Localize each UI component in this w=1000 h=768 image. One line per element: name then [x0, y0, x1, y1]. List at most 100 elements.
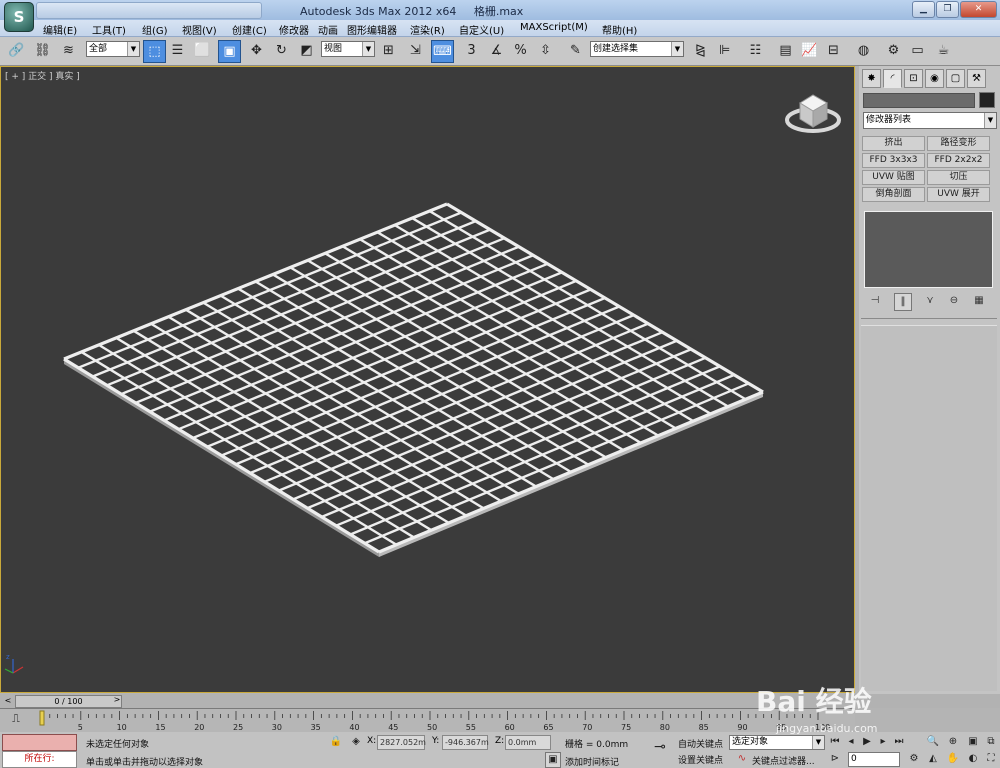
track-bar[interactable]: ⎍ 5 10 15 20 25 30 35 40 45 50 55 60 65 70 75 80 85 90 95 1…: [0, 708, 855, 733]
show-end-result-icon[interactable]: ‖: [894, 293, 912, 311]
menu-rendering[interactable]: 渲染(R): [410, 22, 445, 37]
select-manipulate-icon[interactable]: ⇲: [405, 40, 426, 61]
time-tag-icon[interactable]: ▣: [545, 752, 561, 768]
pin-stack-icon[interactable]: ⊣: [867, 293, 883, 309]
x-coordinate-field[interactable]: 2827.052m: [377, 735, 426, 750]
render-setup-icon[interactable]: ⚙: [883, 40, 904, 61]
menu-edit[interactable]: 编辑(E): [43, 22, 77, 37]
time-next-icon[interactable]: >: [112, 695, 122, 705]
field-of-view-icon[interactable]: ◭: [926, 752, 940, 766]
set-key-icon[interactable]: ⊸: [648, 740, 672, 754]
mini-curve-editor-icon[interactable]: ⎍: [6, 711, 26, 727]
remove-modifier-icon[interactable]: ⊖: [946, 293, 962, 309]
maximize-viewport-icon[interactable]: ⛶: [984, 752, 998, 766]
quick-access-toolbar[interactable]: [36, 2, 262, 19]
select-by-name-icon[interactable]: ☰: [167, 40, 188, 61]
utilities-tab[interactable]: ⚒: [967, 69, 986, 88]
app-logo-button[interactable]: S: [4, 2, 34, 32]
layer-manager-icon[interactable]: ☷: [745, 40, 766, 61]
create-tab[interactable]: ✸: [862, 69, 881, 88]
select-object-icon[interactable]: ⬚: [143, 40, 166, 63]
key-filter-icon[interactable]: ∿: [735, 752, 749, 766]
time-prev-icon[interactable]: <: [3, 696, 13, 706]
mirror-icon[interactable]: ⧎: [690, 40, 711, 61]
curve-editor-icon[interactable]: 📈: [799, 40, 820, 61]
modifier-button-ffd333[interactable]: FFD 3x3x3: [862, 153, 925, 168]
minimize-button[interactable]: ▁: [912, 1, 935, 18]
menu-modifiers[interactable]: 修改器: [279, 22, 309, 37]
orbit-icon[interactable]: ◐: [966, 752, 980, 766]
menu-customize[interactable]: 自定义(U): [459, 22, 504, 37]
bind-space-warp-icon[interactable]: ≋: [58, 40, 79, 61]
menu-maxscript[interactable]: MAXScript(M): [520, 22, 588, 33]
key-mode-toggle-icon[interactable]: ⊳: [828, 752, 842, 766]
menu-graph-editors[interactable]: 图形编辑器: [347, 22, 397, 37]
y-coordinate-field[interactable]: -946.367m: [442, 735, 489, 750]
menu-help[interactable]: 帮助(H): [602, 22, 637, 37]
modifier-button-extrude[interactable]: 挤出: [862, 136, 925, 151]
pivot-center-icon[interactable]: ⊞: [378, 40, 399, 61]
z-coordinate-field[interactable]: 0.0mm: [505, 735, 551, 750]
grille-object[interactable]: [63, 202, 764, 557]
modifier-list-dropdown[interactable]: 修改器列表 ▼: [863, 112, 997, 129]
select-rotate-icon[interactable]: ↻: [271, 40, 292, 61]
select-link-icon[interactable]: 🔗: [6, 40, 27, 61]
menu-animation[interactable]: 动画: [318, 22, 338, 37]
menu-tools[interactable]: 工具(T): [92, 22, 126, 37]
make-unique-icon[interactable]: ⋎: [922, 293, 938, 309]
select-scale-icon[interactable]: ◩: [296, 40, 317, 61]
percent-snap-icon[interactable]: %: [510, 40, 531, 61]
set-key-label[interactable]: 设置关键点: [678, 753, 723, 766]
absolute-mode-icon[interactable]: ◈: [349, 735, 363, 749]
time-configuration-icon[interactable]: ⚙: [907, 752, 921, 766]
menu-group[interactable]: 组(G): [142, 22, 168, 37]
material-editor-icon[interactable]: ◍: [853, 40, 874, 61]
selection-filter-dropdown[interactable]: 全部 ▼: [86, 41, 140, 57]
menu-create[interactable]: 创建(C): [232, 22, 267, 37]
close-button[interactable]: ✕: [960, 1, 997, 18]
keyboard-shortcut-override-icon[interactable]: ⌨: [431, 40, 454, 63]
modifier-button-unwrap-uvw[interactable]: UVW 展开: [927, 187, 990, 202]
schematic-view-icon[interactable]: ⊟: [823, 40, 844, 61]
maxscript-listener-input[interactable]: [2, 734, 77, 751]
modifier-button-bevel-profile[interactable]: 倒角剖面: [862, 187, 925, 202]
hierarchy-tab[interactable]: ⊡: [904, 69, 923, 88]
object-color-swatch[interactable]: [979, 92, 995, 108]
pan-view-icon[interactable]: ✋: [946, 752, 960, 766]
snaps-toggle-icon[interactable]: 3: [461, 40, 482, 61]
spinner-snap-icon[interactable]: ⇳: [535, 40, 556, 61]
zoom-extents-all-icon[interactable]: ⧉: [984, 735, 998, 749]
reference-coordinate-dropdown[interactable]: 视图 ▼: [321, 41, 375, 57]
graphite-ribbon-icon[interactable]: ▤: [775, 40, 796, 61]
rectangular-selection-icon[interactable]: ⬜: [192, 40, 213, 61]
modifier-button-ffd222[interactable]: FFD 2x2x2: [927, 153, 990, 168]
modifier-button-uvw-map[interactable]: UVW 贴图: [862, 170, 925, 185]
selection-lock-icon[interactable]: 🔒: [329, 735, 343, 749]
unlink-icon[interactable]: ⛓: [32, 40, 53, 61]
menu-views[interactable]: 视图(V): [182, 22, 217, 37]
angle-snap-icon[interactable]: ∡: [486, 40, 507, 61]
maxscript-listener-output[interactable]: 所在行:: [2, 751, 77, 768]
render-production-icon[interactable]: ☕: [933, 40, 954, 61]
add-time-tag[interactable]: 添加时间标记: [565, 755, 619, 768]
motion-tab[interactable]: ◉: [925, 69, 944, 88]
auto-key-label[interactable]: 自动关键点: [678, 737, 723, 750]
modify-tab[interactable]: ◜: [883, 69, 902, 88]
modifier-button-path-deform[interactable]: 路径变形: [927, 136, 990, 151]
display-tab[interactable]: ▢: [946, 69, 965, 88]
rendered-frame-window-icon[interactable]: ▭: [907, 40, 928, 61]
object-name-field[interactable]: [863, 93, 975, 108]
window-crossing-icon[interactable]: ▣: [218, 40, 241, 63]
timeline-ruler[interactable]: 5 10 15 20 25 30 35 40 45 50 55 60 65 70 75 80 85 90 95 100: [38, 709, 850, 733]
configure-modifier-sets-icon[interactable]: ▦: [971, 293, 987, 309]
time-slider-thumb[interactable]: 0 / 100: [15, 695, 122, 708]
select-move-icon[interactable]: ✥: [246, 40, 267, 61]
edit-named-selection-icon[interactable]: ✎: [565, 40, 586, 61]
align-icon[interactable]: ⊫: [714, 40, 735, 61]
perspective-viewport[interactable]: [ + ] 正交 ] 真实 ] z: [0, 66, 855, 693]
viewcube[interactable]: [785, 94, 841, 133]
modifier-button-push[interactable]: 切压: [927, 170, 990, 185]
modifier-stack[interactable]: [864, 211, 993, 288]
key-filters-button[interactable]: 关键点过滤器...: [752, 754, 815, 767]
zoom-extents-icon[interactable]: ▣: [966, 735, 980, 749]
